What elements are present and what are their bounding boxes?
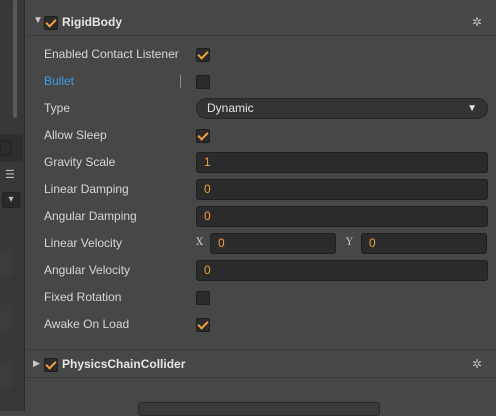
- linear-damping-row: Linear Damping 0: [26, 176, 496, 203]
- rigidbody-title: RigidBody: [62, 15, 122, 29]
- physics-chain-collider-enabled-checkbox[interactable]: [44, 358, 58, 372]
- angular-damping-row: Angular Damping 0: [26, 203, 496, 230]
- x-axis-label[interactable]: X: [196, 237, 203, 248]
- add-component-button[interactable]: [138, 402, 380, 416]
- gear-icon[interactable]: ✲: [472, 15, 482, 29]
- property-label: Linear Damping: [44, 182, 129, 196]
- allow-sleep-row: Allow Sleep: [26, 122, 496, 149]
- angular-velocity-row: Angular Velocity 0: [26, 257, 496, 284]
- label-separator[interactable]: [180, 75, 181, 88]
- left-panel-toolbar: [0, 134, 23, 162]
- property-label[interactable]: Bullet: [44, 74, 74, 88]
- left-panel-scrollbar[interactable]: [13, 0, 17, 118]
- property-label: Allow Sleep: [44, 128, 107, 142]
- rigidbody-enabled-checkbox[interactable]: [44, 16, 58, 30]
- property-label: Gravity Scale: [44, 155, 116, 169]
- section-divider: [26, 349, 496, 350]
- fixed-rotation-row: Fixed Rotation: [26, 284, 496, 311]
- type-select-value: Dynamic: [207, 101, 254, 115]
- property-label: Enabled Contact Listener: [44, 47, 179, 61]
- gear-icon[interactable]: ✲: [472, 357, 482, 371]
- property-label: Angular Damping: [44, 209, 137, 223]
- angular-damping-input[interactable]: 0: [196, 206, 488, 227]
- y-axis-label[interactable]: Y: [346, 237, 353, 248]
- bullet-checkbox[interactable]: [196, 75, 210, 89]
- angular-velocity-input[interactable]: 0: [196, 260, 488, 281]
- linear-damping-input[interactable]: 0: [196, 179, 488, 200]
- left-panel-strip: ☰ ▾: [0, 0, 25, 411]
- awake-on-load-checkbox[interactable]: [196, 318, 210, 332]
- hamburger-icon[interactable]: ☰: [5, 168, 15, 181]
- awake-on-load-row: Awake On Load: [26, 311, 496, 338]
- collapse-arrow-icon[interactable]: ▶: [33, 358, 40, 369]
- left-panel-row: [0, 362, 12, 388]
- rigidbody-header[interactable]: ▼ RigidBody ✲: [26, 12, 496, 34]
- enabled-contact-listener-checkbox[interactable]: [196, 48, 210, 62]
- linear-velocity-y-input[interactable]: 0: [361, 233, 487, 254]
- physics-chain-collider-header[interactable]: ▶ PhysicsChainCollider ✲: [26, 354, 496, 376]
- enabled-contact-listener-row: Enabled Contact Listener: [26, 41, 496, 68]
- type-row: Type Dynamic ▼: [26, 95, 496, 122]
- left-panel-row: [0, 250, 12, 276]
- allow-sleep-checkbox[interactable]: [196, 129, 210, 143]
- section-divider: [26, 377, 496, 378]
- type-select[interactable]: Dynamic ▼: [196, 98, 488, 119]
- header-divider: [26, 35, 496, 36]
- dropdown-arrow-icon: ▼: [467, 103, 477, 114]
- property-label: Type: [44, 101, 71, 115]
- dropdown-icon[interactable]: ▾: [2, 192, 20, 208]
- linear-velocity-row: Linear Velocity X 0 Y 0: [26, 230, 496, 257]
- left-panel-row: [0, 305, 12, 331]
- inspector-panel: ▼ RigidBody ✲ Enabled Contact Listener B…: [26, 0, 496, 416]
- gravity-scale-input[interactable]: 1: [196, 152, 488, 173]
- left-panel-button[interactable]: [0, 140, 12, 156]
- property-label: Linear Velocity: [44, 236, 123, 250]
- gravity-scale-row: Gravity Scale 1: [26, 149, 496, 176]
- property-label: Fixed Rotation: [44, 290, 122, 304]
- property-label: Awake On Load: [44, 317, 130, 331]
- linear-velocity-x-input[interactable]: 0: [210, 233, 336, 254]
- expand-arrow-icon[interactable]: ▼: [33, 15, 43, 26]
- bullet-row: Bullet: [26, 68, 496, 95]
- fixed-rotation-checkbox[interactable]: [196, 291, 210, 305]
- physics-chain-collider-title: PhysicsChainCollider: [62, 357, 186, 371]
- property-label: Angular Velocity: [44, 263, 131, 277]
